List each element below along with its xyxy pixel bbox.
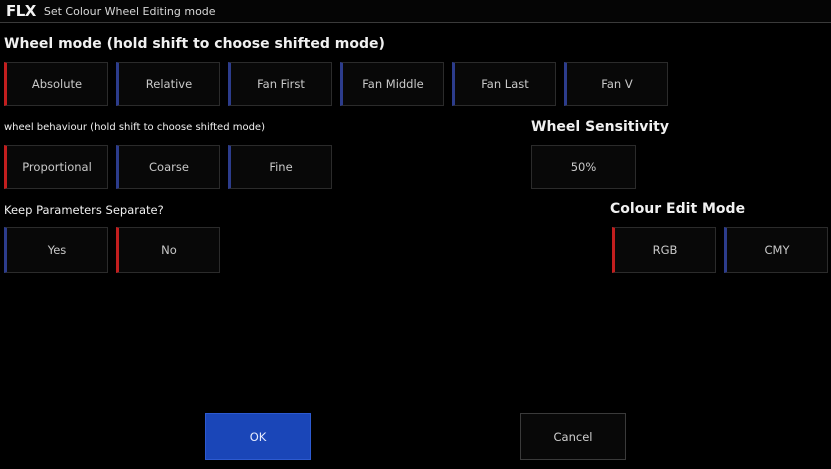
button-label: Cancel — [553, 429, 593, 444]
button-label: Fan Last — [481, 77, 529, 91]
button-label: Fan V — [601, 77, 633, 91]
wheel-mode-relative-button[interactable]: Relative — [116, 62, 220, 106]
button-label: Coarse — [149, 160, 189, 174]
colour-edit-mode-rgb-button[interactable]: RGB — [612, 227, 716, 273]
keep-separate-no-button[interactable]: No — [116, 227, 220, 273]
wheel-mode-fan-middle-button[interactable]: Fan Middle — [340, 62, 444, 106]
ok-button[interactable]: OK — [205, 413, 311, 460]
wheel-mode-heading: Wheel mode (hold shift to choose shifted… — [4, 36, 385, 52]
flx-logo: FLX — [6, 2, 36, 20]
button-label: Yes — [47, 243, 67, 257]
button-label: RGB — [652, 243, 678, 257]
button-label: CMY — [764, 243, 790, 257]
button-label: Fan First — [257, 77, 305, 91]
button-label: No — [161, 243, 177, 257]
wheel-sensitivity-value: 50% — [570, 160, 597, 174]
keep-separate-heading: Keep Parameters Separate? — [4, 203, 164, 217]
button-label: Fine — [269, 160, 293, 174]
wheel-behaviour-proportional-button[interactable]: Proportional — [4, 145, 108, 189]
colour-edit-mode-heading: Colour Edit Mode — [610, 201, 746, 217]
wheel-behaviour-fine-button[interactable]: Fine — [228, 145, 332, 189]
button-label: Proportional — [22, 160, 92, 174]
keep-separate-yes-button[interactable]: Yes — [4, 227, 108, 273]
button-label: Fan Middle — [362, 77, 424, 91]
wheel-sensitivity-heading: Wheel Sensitivity — [531, 119, 669, 135]
wheel-behaviour-coarse-button[interactable]: Coarse — [116, 145, 220, 189]
wheel-mode-absolute-button[interactable]: Absolute — [4, 62, 108, 106]
wheel-mode-fan-last-button[interactable]: Fan Last — [452, 62, 556, 106]
window-title: Set Colour Wheel Editing mode — [43, 4, 216, 18]
title-bar: FLX Set Colour Wheel Editing mode — [0, 0, 831, 23]
wheel-behaviour-heading: wheel behaviour (hold shift to choose sh… — [4, 122, 265, 133]
button-label: Absolute — [31, 77, 83, 91]
wheel-mode-fan-first-button[interactable]: Fan First — [228, 62, 332, 106]
colour-edit-mode-cmy-button[interactable]: CMY — [724, 227, 828, 273]
wheel-sensitivity-button[interactable]: 50% — [531, 145, 636, 189]
button-label: Relative — [145, 77, 193, 91]
cancel-button[interactable]: Cancel — [520, 413, 626, 460]
wheel-mode-fan-v-button[interactable]: Fan V — [564, 62, 668, 106]
button-label: OK — [249, 429, 267, 444]
